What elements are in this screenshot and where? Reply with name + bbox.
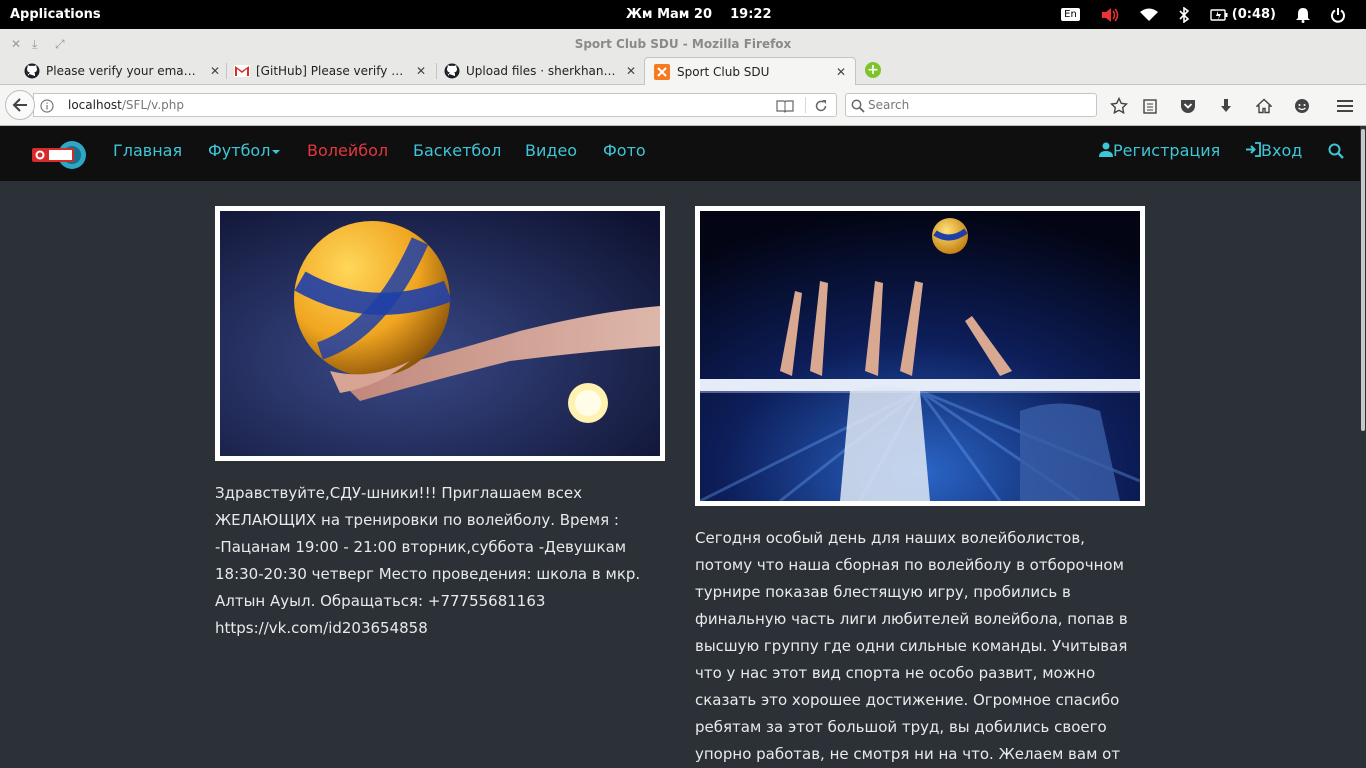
- nav-link-basketball[interactable]: Баскетбол: [413, 141, 501, 160]
- search-icon: [851, 98, 865, 117]
- site-search-icon[interactable]: [1328, 143, 1344, 163]
- reader-view-icon[interactable]: [776, 98, 794, 117]
- post-line: высшую группу где одни сильные команды. …: [695, 637, 1128, 655]
- tab-label: Please verify your email ad...: [46, 64, 198, 78]
- bookmarks-menu-icon[interactable]: [1141, 97, 1159, 115]
- notifications-icon[interactable]: [1296, 7, 1310, 23]
- tab-close-icon[interactable]: ✕: [416, 64, 426, 78]
- tab-close-icon[interactable]: ✕: [210, 64, 220, 78]
- page-scrollbar-thumb[interactable]: [1361, 129, 1365, 431]
- post-1-text: Здравствуйте,СДУ-шники!!! Приглашаем все…: [215, 480, 665, 642]
- web-page: Главная Футбол Волейбол Баскетбол Видео …: [0, 126, 1360, 768]
- search-input[interactable]: [868, 97, 1088, 113]
- post-line: https://vk.com/id203654858: [215, 619, 428, 637]
- post-line: Здравствуйте,СДУ-шники!!! Приглашаем все…: [215, 484, 583, 502]
- post-line: упорно работав, не смотря ни на что. Жел…: [695, 745, 1121, 763]
- tab-close-icon[interactable]: ✕: [836, 65, 846, 79]
- back-arrow-icon: [12, 98, 27, 112]
- post-line: 18:30-20:30 четверг Место проведения: шк…: [215, 565, 641, 583]
- post-line: турнире показав блестящую игру, пробилис…: [695, 583, 1071, 601]
- nav-link-video[interactable]: Видео: [525, 141, 577, 160]
- post-line: -Пацанам 19:00 - 21:00 вторник,суббота -…: [215, 538, 627, 556]
- new-tab-icon[interactable]: +: [865, 62, 881, 78]
- gmail-icon: [234, 63, 250, 79]
- hamburger-menu-icon[interactable]: [1336, 97, 1354, 115]
- volleyball-hand-image: [215, 206, 665, 461]
- tab-verify-email[interactable]: Please verify your email ad... ✕: [22, 57, 220, 85]
- tab-label: Sport Club SDU: [677, 64, 770, 79]
- reload-icon[interactable]: [814, 98, 828, 117]
- login-icon: [1246, 142, 1261, 157]
- post-2-text: Сегодня особый день для наших волейболис…: [695, 525, 1145, 768]
- nav-link-home[interactable]: Главная: [113, 141, 182, 160]
- home-icon[interactable]: [1255, 97, 1273, 115]
- keyboard-layout-indicator[interactable]: En: [1061, 8, 1080, 21]
- dropdown-caret-icon: [272, 149, 281, 154]
- login-label: Вход: [1261, 141, 1303, 160]
- post-line: потому что наша сборная по волейболу в о…: [695, 556, 1124, 574]
- nav-link-volleyball[interactable]: Волейбол: [307, 141, 388, 160]
- power-icon[interactable]: [1330, 7, 1346, 23]
- post-line: ребятам за этот большой труд, вы добилис…: [695, 718, 1107, 736]
- post-line: финальную часть лиги любителей волейбола…: [695, 610, 1128, 628]
- post-line: Алтын Ауыл. Обращаться: +77755681163: [215, 592, 546, 610]
- login-link[interactable]: Вход: [1245, 141, 1302, 160]
- window-titlebar: ✕ ⤓ ⤢ Sport Club SDU - Mozilla Firefox: [0, 29, 1366, 57]
- volleyball-block-image: [695, 206, 1145, 506]
- post-line: Сегодня особый день для наших волейболис…: [695, 529, 1085, 547]
- back-button[interactable]: [5, 90, 35, 120]
- github-icon: [444, 63, 460, 79]
- search-bar[interactable]: [845, 93, 1097, 117]
- tab-close-icon[interactable]: ✕: [626, 64, 636, 78]
- post-line: ЖЕЛАЮЩИХ на тренировки по волейболу. Вре…: [215, 511, 619, 529]
- url-text[interactable]: localhost/SFL/v.php: [68, 98, 184, 112]
- tab-github-verify[interactable]: [GitHub] Please verify your... ✕: [232, 57, 426, 85]
- battery-time: (0:48): [1231, 7, 1276, 22]
- applications-menu[interactable]: Applications: [10, 7, 101, 22]
- sport-club-logo[interactable]: [30, 139, 88, 169]
- system-tray: En (0:48): [1061, 0, 1366, 29]
- nav-link-label: Футбол: [208, 141, 271, 160]
- tab-upload-files[interactable]: Upload files · sherkhancrs/... ✕: [442, 57, 636, 85]
- navigation-toolbar: localhost/SFL/v.php: [0, 85, 1366, 126]
- tab-label: [GitHub] Please verify your...: [256, 64, 406, 78]
- battery-indicator[interactable]: (0:48): [1210, 7, 1276, 22]
- post-line: что у нас этот вид спорта не особо разви…: [695, 664, 1096, 682]
- site-navbar: Главная Футбол Волейбол Баскетбол Видео …: [0, 126, 1360, 181]
- bookmark-star-icon[interactable]: [1110, 97, 1128, 115]
- user-icon: [1099, 142, 1113, 157]
- downloads-icon[interactable]: [1217, 97, 1235, 115]
- site-info-icon[interactable]: [40, 98, 54, 117]
- github-icon: [24, 63, 40, 79]
- bluetooth-icon[interactable]: [1178, 6, 1190, 23]
- pocket-icon[interactable]: [1179, 97, 1197, 115]
- hello-chat-icon[interactable]: [1293, 97, 1311, 115]
- tab-strip: Please verify your email ad... ✕ [GitHub…: [0, 57, 1366, 85]
- url-bar[interactable]: localhost/SFL/v.php: [33, 93, 837, 117]
- post-line: сказать это хорошее достижение. Огромное…: [695, 691, 1120, 709]
- xampp-icon: [654, 64, 670, 80]
- tab-sport-club-sdu[interactable]: Sport Club SDU ✕: [644, 57, 856, 85]
- clock[interactable]: Жм Мам 20 19:22: [626, 7, 772, 22]
- window-title: Sport Club SDU - Mozilla Firefox: [574, 37, 792, 51]
- tab-label: Upload files · sherkhancrs/...: [466, 64, 616, 78]
- battery-icon: [1210, 8, 1228, 21]
- wifi-icon[interactable]: [1139, 8, 1158, 22]
- register-link[interactable]: Регистрация: [1099, 141, 1220, 160]
- system-top-bar: Applications Жм Мам 20 19:22 En (0:48): [0, 0, 1366, 29]
- volume-icon[interactable]: [1100, 7, 1120, 23]
- nav-link-photo[interactable]: Фото: [603, 141, 646, 160]
- nav-link-football[interactable]: Футбол: [208, 141, 281, 160]
- register-label: Регистрация: [1113, 141, 1221, 160]
